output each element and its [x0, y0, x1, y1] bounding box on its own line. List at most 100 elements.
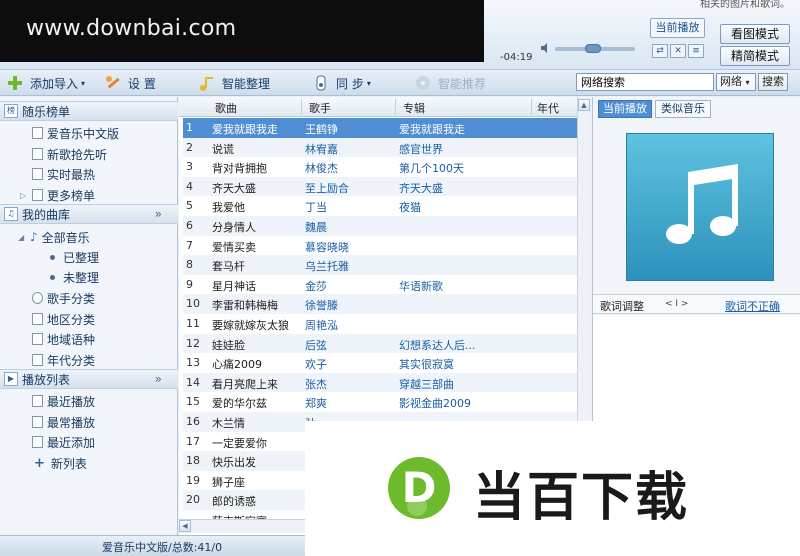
song-artist[interactable]: 欢子 [305, 356, 395, 372]
song-album[interactable]: 齐天大盛 [399, 180, 519, 196]
sidebar-item-year-category[interactable]: 年代分类 [32, 350, 95, 370]
sidebar-item-artist-category[interactable]: 歌手分类 [32, 288, 95, 308]
table-row[interactable]: 3 背对背拥抱 林俊杰 第几个100天 [183, 157, 577, 177]
sidebar-item-most-played[interactable]: 最常播放 [32, 412, 95, 432]
scroll-left-icon[interactable]: ◀ [179, 520, 191, 532]
song-title: 齐天大盛 [212, 181, 256, 195]
grid-icon [32, 313, 43, 325]
repeat-icon[interactable]: ⇄ [652, 44, 668, 58]
song-artist[interactable]: 林俊杰 [305, 160, 395, 176]
settings-button[interactable]: 设 置 [104, 74, 156, 92]
image-mode-button[interactable]: 看图模式 [720, 24, 790, 44]
smart-organize-button[interactable]: 智能整理 [198, 74, 270, 92]
table-row[interactable]: 10 李雷和韩梅梅 徐誉滕 [183, 294, 577, 314]
search-button[interactable]: 搜索 [758, 73, 788, 91]
sidebar-item-recent-play[interactable]: 最近播放 [32, 391, 95, 411]
song-artist[interactable]: 王鹤铮 [305, 121, 395, 137]
tab-similar-music[interactable]: 类似音乐 [655, 100, 711, 118]
song-album[interactable]: 其实很寂寞 [399, 356, 519, 372]
song-artist[interactable]: 金莎 [305, 278, 395, 294]
simple-mode-button[interactable]: 精简模式 [720, 46, 790, 66]
volume-icon[interactable] [540, 42, 552, 54]
song-album[interactable]: 华语新歌 [399, 278, 519, 294]
song-album[interactable]: 感官世界 [399, 141, 519, 157]
song-artist[interactable]: 后弦 [305, 337, 395, 353]
song-artist[interactable]: 郑爽 [305, 395, 395, 411]
song-artist[interactable]: 丁当 [305, 199, 395, 215]
sidebar-item-unorganized[interactable]: 未整理 [50, 267, 99, 287]
playlist-mode-icon[interactable]: ≡ [688, 44, 704, 58]
shuffle-icon[interactable]: ✕ [670, 44, 686, 58]
song-album[interactable]: 第几个100天 [399, 160, 519, 176]
song-artist[interactable]: 徐誉滕 [305, 297, 395, 313]
song-artist[interactable]: 林宥嘉 [305, 141, 395, 157]
table-row[interactable]: 8 套马杆 乌兰托雅 [183, 255, 577, 275]
volume-knob[interactable] [585, 44, 601, 53]
song-title: 郎的诱惑 [212, 495, 256, 509]
sidebar-item-rank-1[interactable]: 新歌抢先听 [32, 144, 107, 164]
column-year[interactable]: 年代 [537, 100, 559, 116]
sidebar-item-label: 年代分类 [47, 353, 96, 368]
lyric-incorrect-link[interactable]: 歌词不正确 [725, 298, 780, 314]
row-number: 8 [186, 258, 193, 272]
sidebar-item-region-category[interactable]: 地区分类 [32, 309, 95, 329]
song-title: 看月亮爬上来 [212, 377, 278, 391]
table-row[interactable]: 4 齐天大盛 至上励合 齐天大盛 [183, 176, 577, 197]
lyric-offset-control[interactable]: < I > [665, 299, 688, 309]
section-rank-header[interactable]: 榜 随乐榜单 [0, 101, 178, 121]
sidebar-item-organized[interactable]: 已整理 [50, 247, 99, 267]
table-row[interactable]: 1 爱我就跟我走 王鹤铮 爱我就跟我走 [183, 118, 577, 138]
expand-arrow-icon[interactable]: ▷ [20, 191, 30, 200]
section-library-header[interactable]: ♫ 我的曲库 » [0, 204, 178, 224]
sidebar-item-label: 最近添加 [47, 435, 96, 450]
sidebar-item-rank-3[interactable]: ▷ 更多榜单 [20, 185, 95, 205]
table-row[interactable]: 5 我爱他 丁当 夜猫 [183, 196, 577, 216]
song-artist[interactable]: 至上励合 [305, 180, 395, 196]
table-row[interactable]: 7 爱情买卖 慕容晓晓 [183, 236, 577, 256]
search-source-select[interactable]: 网络 ▾ [716, 73, 756, 91]
column-album[interactable]: 专辑 [403, 100, 425, 116]
collapse-arrow-icon[interactable]: ◢ [18, 233, 28, 242]
people-icon [32, 292, 43, 304]
table-row[interactable]: 6 分身情人 魏晨 [183, 216, 577, 236]
now-playing-button[interactable]: 当前播放 [650, 18, 705, 38]
song-artist[interactable]: 张杰 [305, 376, 395, 392]
new-list-button[interactable]: + 新列表 [34, 453, 87, 473]
table-row[interactable]: 9 星月神话 金莎 华语新歌 [183, 275, 577, 295]
table-row[interactable]: 11 要嫁就嫁灰太狼 周艳泓 [183, 314, 577, 334]
tab-now-playing[interactable]: 当前播放 [598, 100, 652, 118]
column-artist[interactable]: 歌手 [309, 100, 331, 116]
search-input[interactable] [576, 73, 714, 91]
column-separator[interactable] [395, 99, 396, 115]
column-separator[interactable] [531, 99, 532, 115]
song-artist[interactable]: 周艳泓 [305, 317, 395, 333]
section-playlist-header[interactable]: ▶ 播放列表 » [0, 369, 178, 389]
song-album[interactable]: 爱我就跟我走 [399, 121, 519, 137]
table-row[interactable]: 2 说谎 林宥嘉 感官世界 [183, 137, 577, 158]
sync-button[interactable]: 同 步 ▾ [312, 74, 371, 92]
table-row[interactable]: 13 心痛2009 欢子 其实很寂寞 [183, 353, 577, 373]
collapse-icon[interactable]: » [155, 207, 162, 221]
smart-recommend-button[interactable]: 智能推荐 [414, 74, 486, 92]
sidebar-item-rank-2[interactable]: 实时最热 [32, 164, 95, 184]
column-title[interactable]: 歌曲 [215, 100, 237, 116]
scroll-up-icon[interactable]: ▲ [578, 99, 590, 111]
song-artist[interactable]: 慕容晓晓 [305, 239, 395, 255]
sidebar-item-recently-added[interactable]: 最近添加 [32, 432, 95, 452]
song-album[interactable]: 影视金曲2009 [399, 395, 519, 411]
song-album[interactable]: 穿越三部曲 [399, 376, 519, 392]
song-album[interactable]: 夜猫 [399, 199, 519, 215]
sidebar-item-language-category[interactable]: 地域语种 [32, 329, 95, 349]
song-artist[interactable]: 魏晨 [305, 219, 395, 235]
column-separator[interactable] [301, 99, 302, 115]
add-import-button[interactable]: 添加导入 ▾ [6, 74, 85, 92]
table-row[interactable]: 15 爱的华尔兹 郑爽 影视金曲2009 [183, 392, 577, 412]
sidebar-item-all-music[interactable]: ◢ ♪ 全部音乐 [18, 227, 90, 247]
song-artist[interactable]: 乌兰托雅 [305, 258, 395, 274]
song-album[interactable]: 幻想系达人后... [399, 337, 519, 353]
music-icon: ♫ [4, 207, 18, 221]
sidebar-item-rank-0[interactable]: 爱音乐中文版 [32, 123, 119, 143]
table-row[interactable]: 12 娃娃脸 后弦 幻想系达人后... [183, 333, 577, 354]
collapse-icon[interactable]: » [155, 372, 162, 386]
table-row[interactable]: 14 看月亮爬上来 张杰 穿越三部曲 [183, 372, 577, 393]
